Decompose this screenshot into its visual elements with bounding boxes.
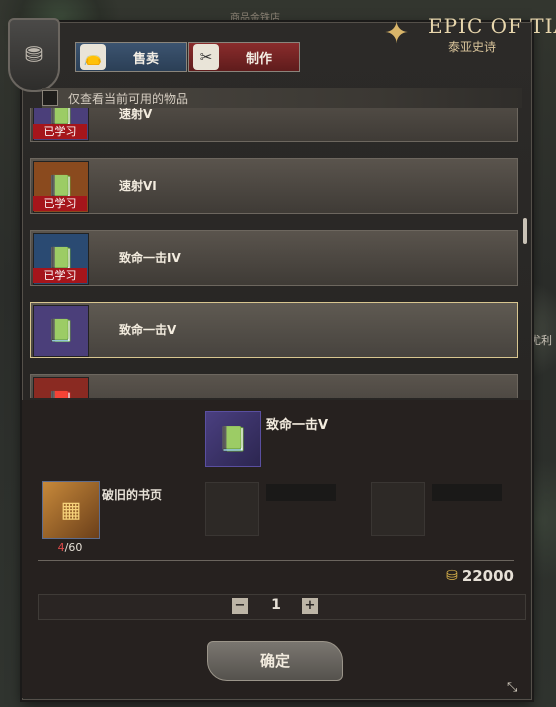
recipe-name: 致命一击IV — [119, 251, 181, 265]
recipe-row-selected[interactable]: 📗 致命一击V — [30, 302, 518, 358]
filter-checkbox[interactable] — [42, 90, 58, 106]
logo-subtitle: 泰亚史诗 — [448, 40, 497, 54]
filter-label: 仅查看当前可用的物品 — [68, 91, 189, 106]
recipe-name: 速射VI — [119, 179, 157, 193]
gold-coin-icon: ⛁ — [446, 568, 458, 584]
decrease-quantity-button[interactable]: − — [232, 598, 248, 614]
game-logo: ✦ EPIC OF TIA 泰亚史诗 — [378, 12, 556, 56]
material-name: 破旧的书页 — [102, 488, 163, 502]
scissors-icon: ✂ — [193, 44, 219, 70]
empty-material-name — [432, 484, 502, 501]
recipe-list[interactable]: 📗 已学习 速射V 📗 已学习 速射VI 📗 已学习 致命一击IV 📗 致命一击… — [26, 108, 522, 398]
learned-badge: 已学习 — [33, 268, 87, 283]
skill-book-icon: 📕 — [33, 377, 89, 398]
coin-shield-icon: ⛃ — [8, 18, 60, 92]
empty-material-name — [266, 484, 336, 501]
world-npc-label: 尤利 — [530, 334, 552, 347]
divider — [38, 560, 514, 561]
skill-book-icon: 📗 — [33, 305, 89, 357]
selected-skill-book-icon: 📗 — [205, 411, 261, 467]
recipe-row[interactable]: 📗 已学习 速射VI — [30, 158, 518, 214]
confirm-button[interactable]: 确定 — [207, 641, 343, 681]
material-have: 4 — [57, 541, 65, 554]
bag-icon: 👝 — [80, 44, 106, 70]
available-only-filter[interactable]: 仅查看当前可用的物品 — [42, 88, 522, 108]
material-count: 4/60 — [42, 541, 98, 554]
increase-quantity-button[interactable]: + — [302, 598, 318, 614]
recipe-row[interactable]: 📗 已学习 致命一击IV — [30, 230, 518, 286]
tab-sell[interactable]: 👝 售卖 — [75, 42, 187, 72]
quantity-value: 1 — [271, 597, 281, 613]
tab-craft-label: 制作 — [245, 51, 272, 67]
list-scrollbar[interactable] — [523, 218, 527, 244]
learned-badge: 已学习 — [33, 196, 87, 211]
recipe-name: 致命一击V — [119, 323, 177, 337]
book-page-icon[interactable]: ▦ — [42, 481, 100, 539]
logo-brand: EPIC OF TIA — [428, 14, 556, 38]
recipe-row[interactable]: 📗 已学习 速射V — [30, 108, 518, 142]
recipe-row[interactable]: 📕 — [30, 374, 518, 398]
selected-item-name: 致命一击V — [266, 418, 329, 433]
resize-handle-icon[interactable]: ⤡ — [507, 680, 523, 696]
tab-craft[interactable]: ✂ 制作 — [188, 42, 300, 72]
recipe-name: 速射V — [119, 108, 153, 121]
empty-material-slot — [205, 482, 259, 536]
triskelion-icon: ✦ — [384, 16, 410, 51]
material-need: /60 — [64, 541, 83, 554]
learned-badge: 已学习 — [33, 124, 87, 139]
craft-cost: ⛁ 22000 — [446, 567, 514, 585]
tab-sell-label: 售卖 — [132, 51, 159, 67]
cost-value: 22000 — [461, 567, 514, 585]
empty-material-slot — [371, 482, 425, 536]
